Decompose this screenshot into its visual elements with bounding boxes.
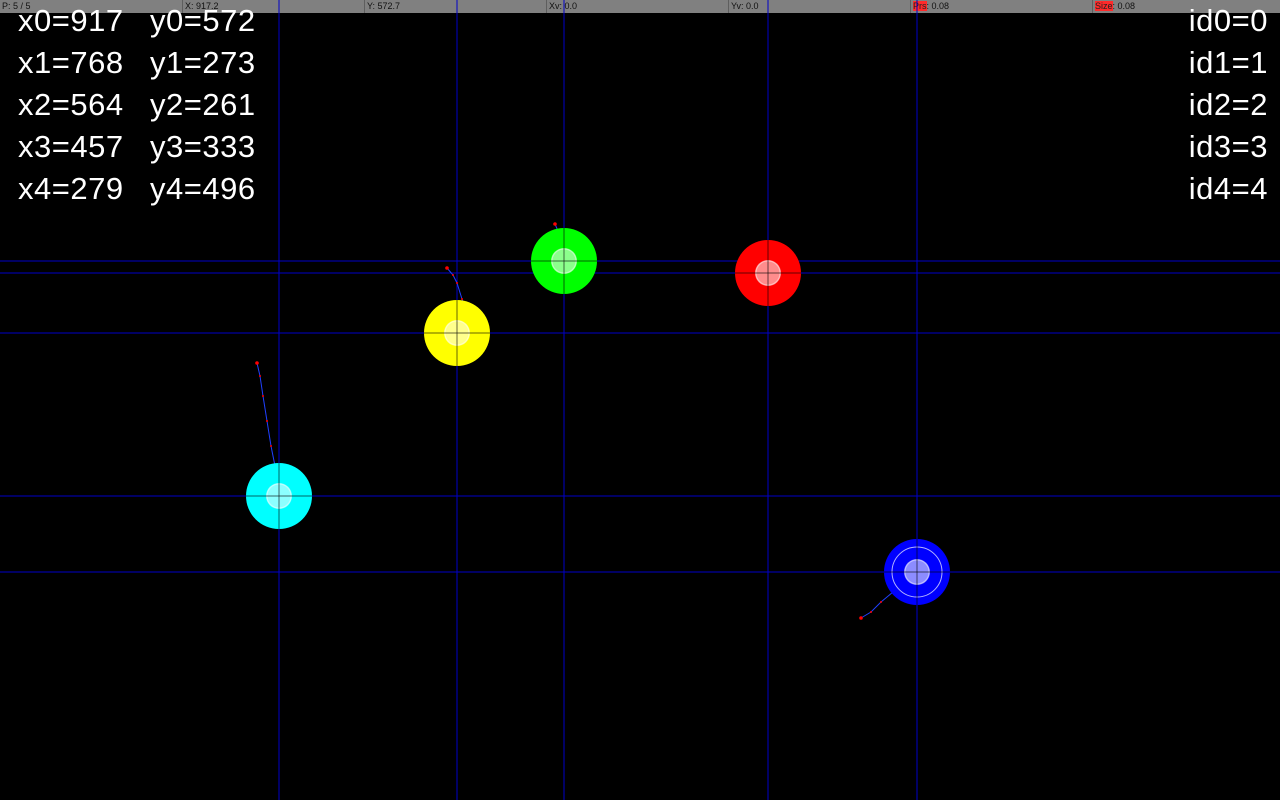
pointer-3-coords: x3=457 y3=333: [18, 126, 256, 168]
trail-point: [452, 274, 454, 276]
trail-point: [262, 395, 264, 397]
pointer-2-id: id2=2: [1188, 87, 1268, 122]
trail-start-point: [553, 222, 557, 226]
trail-point: [880, 601, 882, 603]
pointer-y: y1=273: [150, 45, 256, 80]
trail-point: [456, 282, 458, 284]
pointer-x: x4=279: [18, 171, 124, 206]
pointer-4-coords: x4=279 y4=496: [18, 168, 256, 210]
pointer-3-id: id3=3: [1188, 129, 1268, 164]
pointer-x: x0=917: [18, 3, 124, 38]
trail-point: [461, 298, 463, 300]
trail-start-point: [445, 266, 449, 270]
pointer-y: y4=496: [150, 171, 256, 206]
pointer-x: x3=457: [18, 129, 124, 164]
pointer-0-id: id0=0: [1188, 3, 1268, 38]
trail-point: [270, 445, 272, 447]
touch-point-layer: [246, 228, 950, 605]
trail-start-point: [255, 361, 259, 365]
pointer-1-id: id1=1: [1188, 45, 1268, 80]
pointer-x: x1=768: [18, 45, 124, 80]
pointer-1-coords: x1=768 y1=273: [18, 42, 256, 84]
pointer-coordinates: x0=917 y0=572 x1=768 y1=273 x2=564 y2=261 x…: [18, 0, 256, 210]
pointer-x: x2=564: [18, 87, 124, 122]
pointer-y: y2=261: [150, 87, 256, 122]
pointer-y: y0=572: [150, 3, 256, 38]
trail-point: [259, 375, 261, 377]
pointer-2-coords: x2=564 y2=261: [18, 84, 256, 126]
pointer-y: y3=333: [150, 129, 256, 164]
pointer-4-id: id4=4: [1188, 171, 1268, 206]
pointer-ids: id0=0 id1=1 id2=2 id3=3 id4=4: [1189, 0, 1268, 210]
trail-start-point: [859, 616, 863, 620]
trail-point: [266, 420, 268, 422]
trail-point: [870, 611, 872, 613]
pointer-0-coords: x0=917 y0=572: [18, 0, 256, 42]
